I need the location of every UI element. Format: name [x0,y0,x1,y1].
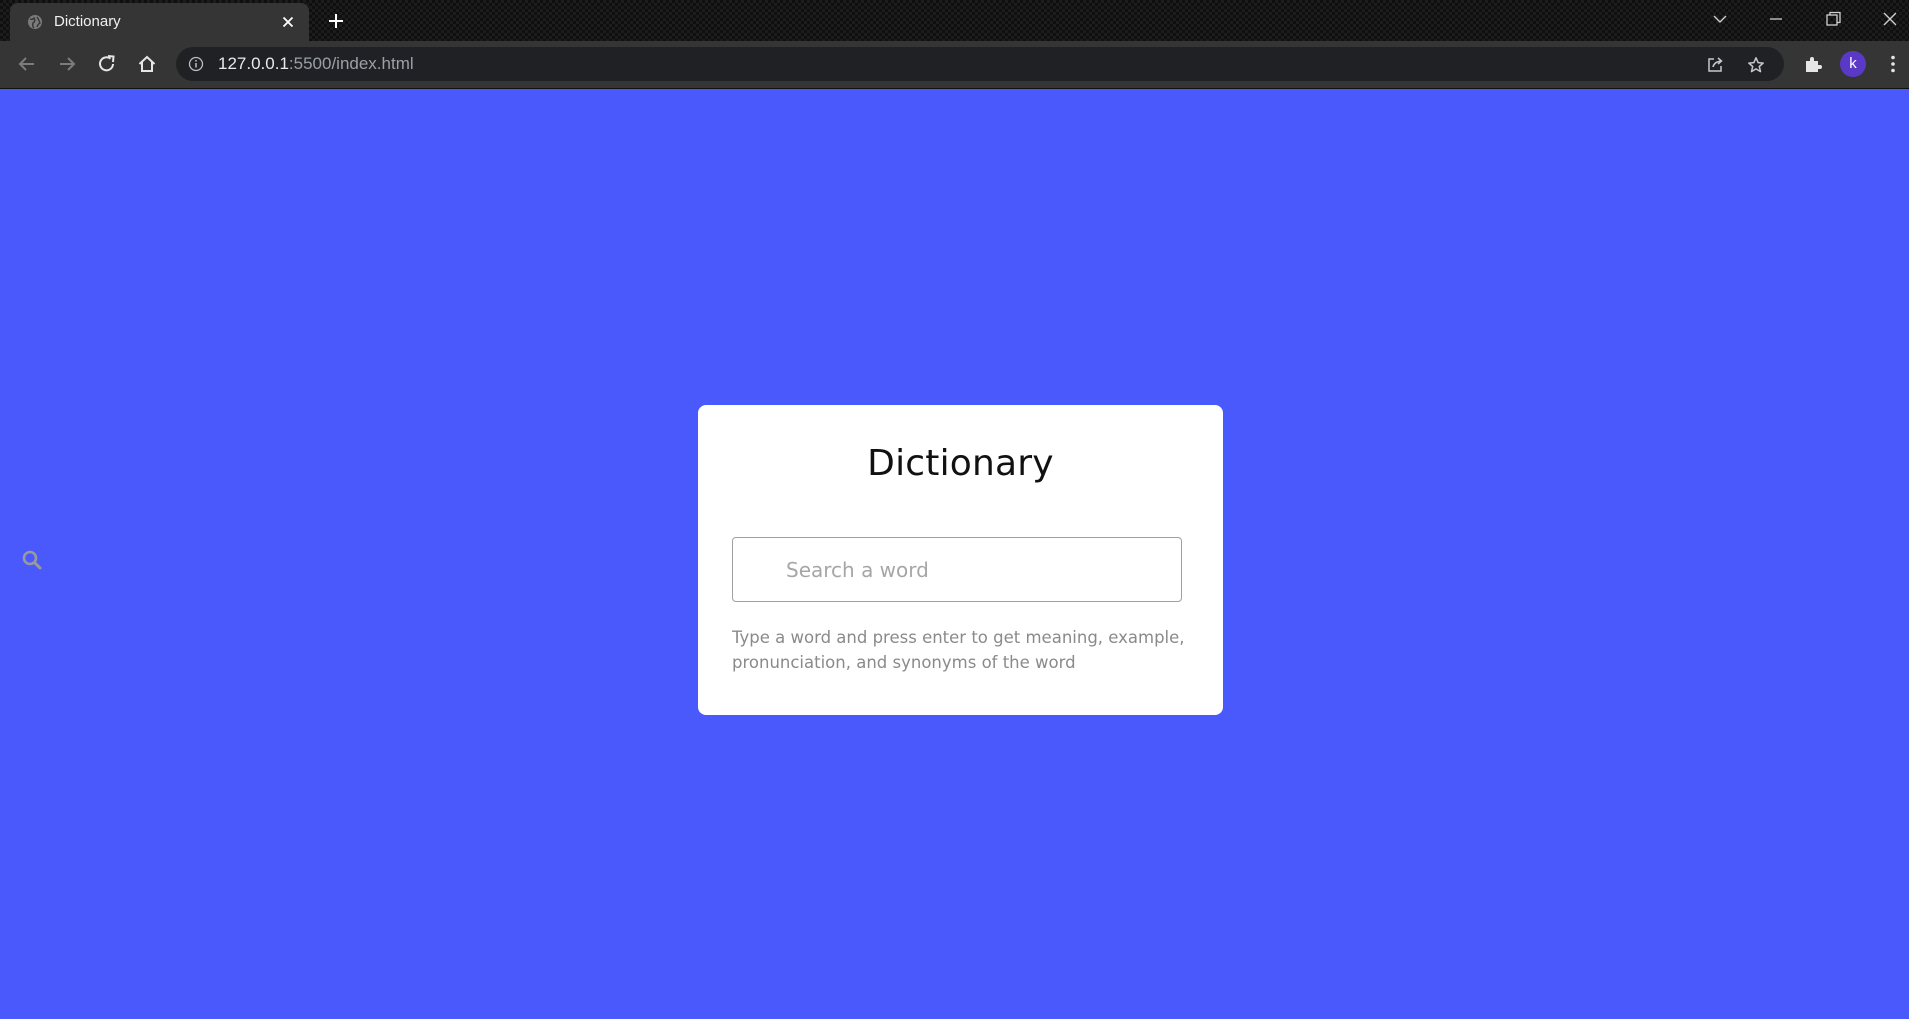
reload-icon[interactable] [96,53,118,75]
forward-icon[interactable] [56,53,78,75]
search-icon [22,550,42,570]
url-text[interactable]: 127.0.0.1:5500/index.html [218,54,414,74]
chevron-down-icon[interactable] [1709,8,1731,30]
close-window-icon[interactable] [1879,8,1901,30]
browser-tab[interactable]: Dictionary [10,3,309,41]
address-bar[interactable]: 127.0.0.1:5500/index.html [176,47,1784,81]
restore-icon[interactable] [1822,8,1844,30]
info-icon[interactable] [188,56,204,72]
profile-avatar[interactable]: k [1840,51,1866,77]
search-hint: Type a word and press enter to get meani… [732,628,1185,672]
url-host: 127.0.0.1 [218,54,289,73]
url-path: :5500/index.html [288,54,414,73]
minimize-icon[interactable] [1765,8,1787,30]
page-body: Dictionary Type a word and press enter t… [0,89,1909,1019]
dictionary-card: Dictionary Type a word and press enter t… [698,405,1223,715]
tab-strip: Dictionary [0,0,1909,41]
close-icon[interactable] [280,14,296,30]
kebab-menu-icon[interactable] [1882,53,1904,75]
browser-toolbar: 127.0.0.1:5500/index.html k [0,41,1909,89]
share-icon[interactable] [1706,56,1724,74]
globe-icon [28,15,42,29]
star-icon[interactable] [1747,56,1765,74]
search-box[interactable] [732,537,1182,602]
plus-icon[interactable] [327,12,345,30]
back-icon[interactable] [16,53,38,75]
tab-title: Dictionary [54,13,121,30]
puzzle-icon[interactable] [1802,53,1824,75]
search-input[interactable] [733,538,1181,601]
page-title: Dictionary [867,443,1054,484]
home-icon[interactable] [136,53,158,75]
